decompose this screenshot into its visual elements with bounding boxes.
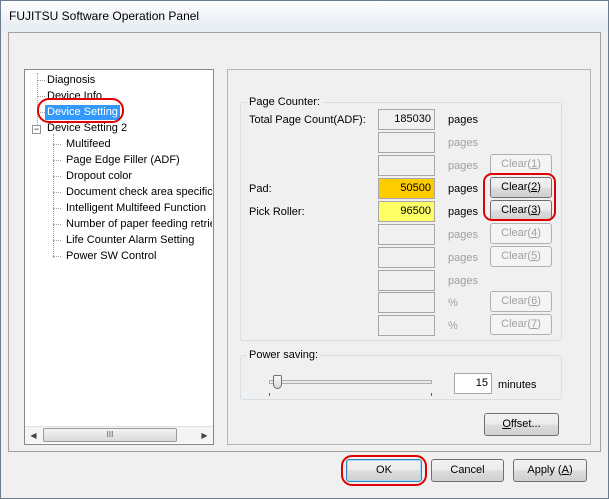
clear-3-label: Clear(: [501, 204, 532, 216]
apply-label: Apply (: [527, 464, 562, 476]
clear-3-label-end: ): [537, 204, 541, 216]
clear-1-button[interactable]: Clear(1): [490, 154, 552, 175]
tree-horizontal-scrollbar[interactable]: ◀ III ▶: [25, 426, 213, 443]
power-saving-group: [240, 355, 562, 400]
scroll-thumb[interactable]: III: [43, 428, 177, 442]
pick-roller-label: Pick Roller:: [249, 206, 305, 218]
counter-field-empty: [378, 155, 435, 176]
tree-item-page-edge-filler[interactable]: Page Edge Filler (ADF): [66, 153, 180, 168]
tree-line: [53, 208, 61, 209]
offset-label: ffset...: [510, 418, 541, 430]
unit-pages: pages: [448, 114, 478, 126]
tree-line: [53, 192, 61, 193]
slider-tick: [431, 393, 432, 396]
collapse-icon[interactable]: −: [32, 125, 41, 134]
clear-6-button[interactable]: Clear(6): [490, 291, 552, 312]
scroll-left-icon[interactable]: ◀: [25, 427, 42, 444]
clear-6-label-end: ): [537, 295, 541, 307]
tree-line: [53, 160, 61, 161]
tree-line: [53, 144, 61, 145]
tree-item-power-sw-control[interactable]: Power SW Control: [66, 249, 156, 264]
clear-4-button[interactable]: Clear(4): [490, 223, 552, 244]
window-title: FUJITSU Software Operation Panel: [9, 9, 200, 23]
unit-percent: %: [448, 320, 458, 332]
power-saving-minutes-field[interactable]: 15: [454, 373, 492, 394]
clear-5-label: Clear(: [501, 250, 532, 262]
clear-1-label: Clear(: [501, 158, 532, 170]
tree-item-intelligent-multifeed[interactable]: Intelligent Multifeed Function: [66, 201, 206, 216]
page-counter-title: Page Counter:: [247, 96, 322, 108]
clear-2-label: Clear(: [501, 181, 532, 193]
power-saving-slider-track[interactable]: [269, 380, 432, 384]
power-saving-slider-thumb[interactable]: [273, 375, 282, 389]
clear-6-label: Clear(: [501, 295, 532, 307]
counter-field-empty: [378, 247, 435, 268]
tree-item-device-setting[interactable]: Device Setting: [45, 105, 120, 120]
pad-label: Pad:: [249, 183, 272, 195]
settings-tree: Diagnosis Device Info Device Setting − D…: [24, 69, 214, 445]
unit-pages: pages: [448, 206, 478, 218]
ok-button[interactable]: OK: [346, 459, 422, 482]
clear-2-label-end: ): [537, 181, 541, 193]
clear-4-label: Clear(: [501, 227, 532, 239]
tree-item-diagnosis[interactable]: Diagnosis: [47, 73, 95, 88]
tree-item-dropout-color[interactable]: Dropout color: [66, 169, 132, 184]
minutes-unit-label: minutes: [498, 379, 537, 391]
apply-label-end: ): [568, 464, 573, 476]
tree-line: [37, 112, 45, 113]
tree-line: [53, 224, 61, 225]
scroll-right-icon[interactable]: ▶: [196, 427, 213, 444]
slider-tick: [269, 393, 270, 396]
offset-button[interactable]: Offset...: [484, 413, 559, 436]
counter-field-empty: [378, 132, 435, 153]
tree-item-multifeed[interactable]: Multifeed: [66, 137, 111, 152]
apply-accelerator: A: [561, 464, 569, 476]
clear-3-button[interactable]: Clear(3): [490, 200, 552, 221]
counter-field-empty: [378, 292, 435, 313]
power-saving-title: Power saving:: [247, 349, 321, 361]
clear-5-button[interactable]: Clear(5): [490, 246, 552, 267]
tree-item-device-setting-2[interactable]: Device Setting 2: [47, 121, 127, 136]
tree-line: [53, 176, 61, 177]
unit-pages: pages: [448, 275, 478, 287]
clear-2-button[interactable]: Clear(2): [490, 177, 552, 198]
total-page-count-value: 185030: [378, 109, 435, 130]
clear-5-label-end: ): [537, 250, 541, 262]
unit-pages: pages: [448, 183, 478, 195]
unit-percent: %: [448, 297, 458, 309]
clear-7-label-end: ): [537, 318, 541, 330]
counter-field-empty: [378, 224, 435, 245]
offset-accelerator: O: [502, 418, 511, 430]
total-page-count-label: Total Page Count(ADF):: [249, 114, 366, 126]
tree-item-device-info[interactable]: Device Info: [47, 89, 102, 104]
unit-pages: pages: [448, 137, 478, 149]
tree-line: [37, 80, 45, 81]
apply-button[interactable]: Apply (A): [513, 459, 587, 482]
unit-pages: pages: [448, 229, 478, 241]
unit-pages: pages: [448, 252, 478, 264]
counter-field-empty: [378, 315, 435, 336]
counter-field-empty: [378, 270, 435, 291]
clear-7-button[interactable]: Clear(7): [490, 314, 552, 335]
clear-7-label: Clear(: [501, 318, 532, 330]
pick-roller-count-value: 96500: [378, 201, 435, 222]
clear-1-label-end: ): [537, 158, 541, 170]
tree-line: [53, 240, 61, 241]
tree-item-document-check-area[interactable]: Document check area specific: [66, 185, 212, 200]
title-bar[interactable]: FUJITSU Software Operation Panel: [1, 1, 608, 31]
tree-line: [53, 256, 61, 257]
tree-item-life-counter-alarm[interactable]: Life Counter Alarm Setting: [66, 233, 194, 248]
cancel-button[interactable]: Cancel: [431, 459, 504, 482]
pad-count-value: 50500: [378, 178, 435, 199]
tree-line: [37, 96, 45, 97]
unit-pages: pages: [448, 160, 478, 172]
tree-item-paper-feeding-retries[interactable]: Number of paper feeding retrie: [66, 217, 212, 232]
application-window: FUJITSU Software Operation Panel Diagnos…: [0, 0, 609, 499]
clear-4-label-end: ): [537, 227, 541, 239]
